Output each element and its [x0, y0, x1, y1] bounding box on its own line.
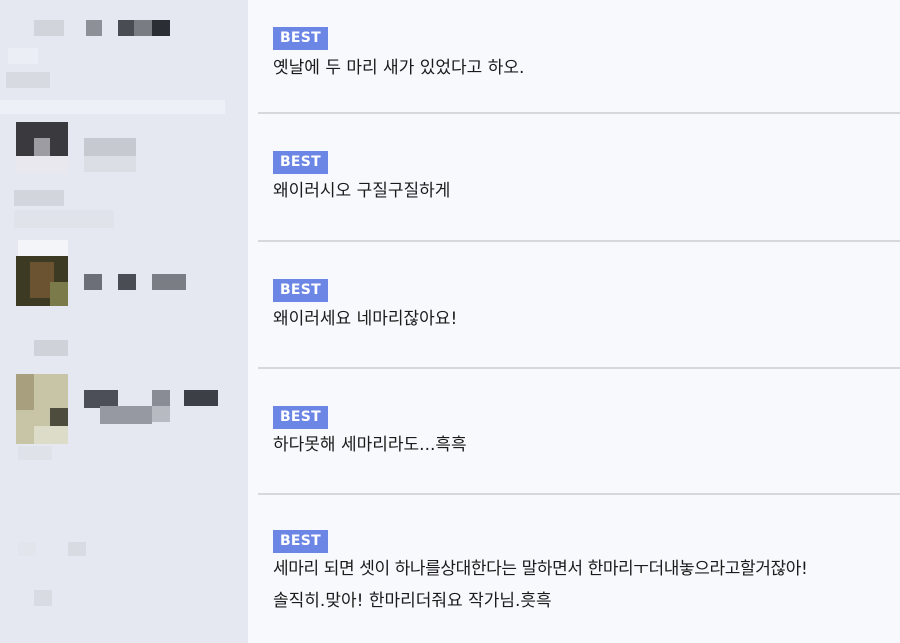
- comment-item: BEST 왜이러시오 구질구질하게: [248, 114, 900, 240]
- avatar[interactable]: [16, 374, 68, 444]
- best-badge: BEST: [273, 279, 328, 302]
- avatar[interactable]: [16, 256, 68, 306]
- comment-item: BEST 하다못해 세마리라도...흑흑: [248, 369, 900, 493]
- comment-text-line-1: 세마리 되면 셋이 하나를상대한다는 말하면서 한마리ㅜ더내놓으라고할거잖아!: [273, 559, 808, 579]
- comment-text: 왜이러세요 네마리잖아요!: [273, 309, 458, 329]
- comment-text-line-2: 솔직히.맞아! 한마리더줘요 작가님.흣흑: [273, 591, 552, 611]
- comment-text: 옛날에 두 마리 새가 있었다고 하오.: [273, 58, 525, 78]
- avatar[interactable]: [16, 122, 68, 174]
- username-blurred[interactable]: [84, 274, 102, 290]
- avatar[interactable]: [8, 48, 38, 64]
- comment-item: BEST 세마리 되면 셋이 하나를상대한다는 말하면서 한마리ㅜ더내놓으라고할…: [248, 495, 900, 643]
- username-blurred[interactable]: [34, 20, 64, 36]
- comment-item: BEST 왜이러세요 네마리잖아요!: [248, 242, 900, 367]
- user-sidebar: [0, 0, 248, 643]
- best-badge: BEST: [273, 151, 328, 174]
- best-badge: BEST: [273, 530, 328, 553]
- comment-text: 하다못해 세마리라도...흑흑: [273, 435, 467, 455]
- best-badge: BEST: [273, 406, 328, 429]
- username-blurred[interactable]: [18, 542, 36, 556]
- comment-item: BEST 옛날에 두 마리 새가 있었다고 하오.: [248, 0, 900, 113]
- best-badge: BEST: [273, 27, 328, 50]
- comment-text: 왜이러시오 구질구질하게: [273, 181, 451, 201]
- username-blurred[interactable]: [84, 138, 136, 156]
